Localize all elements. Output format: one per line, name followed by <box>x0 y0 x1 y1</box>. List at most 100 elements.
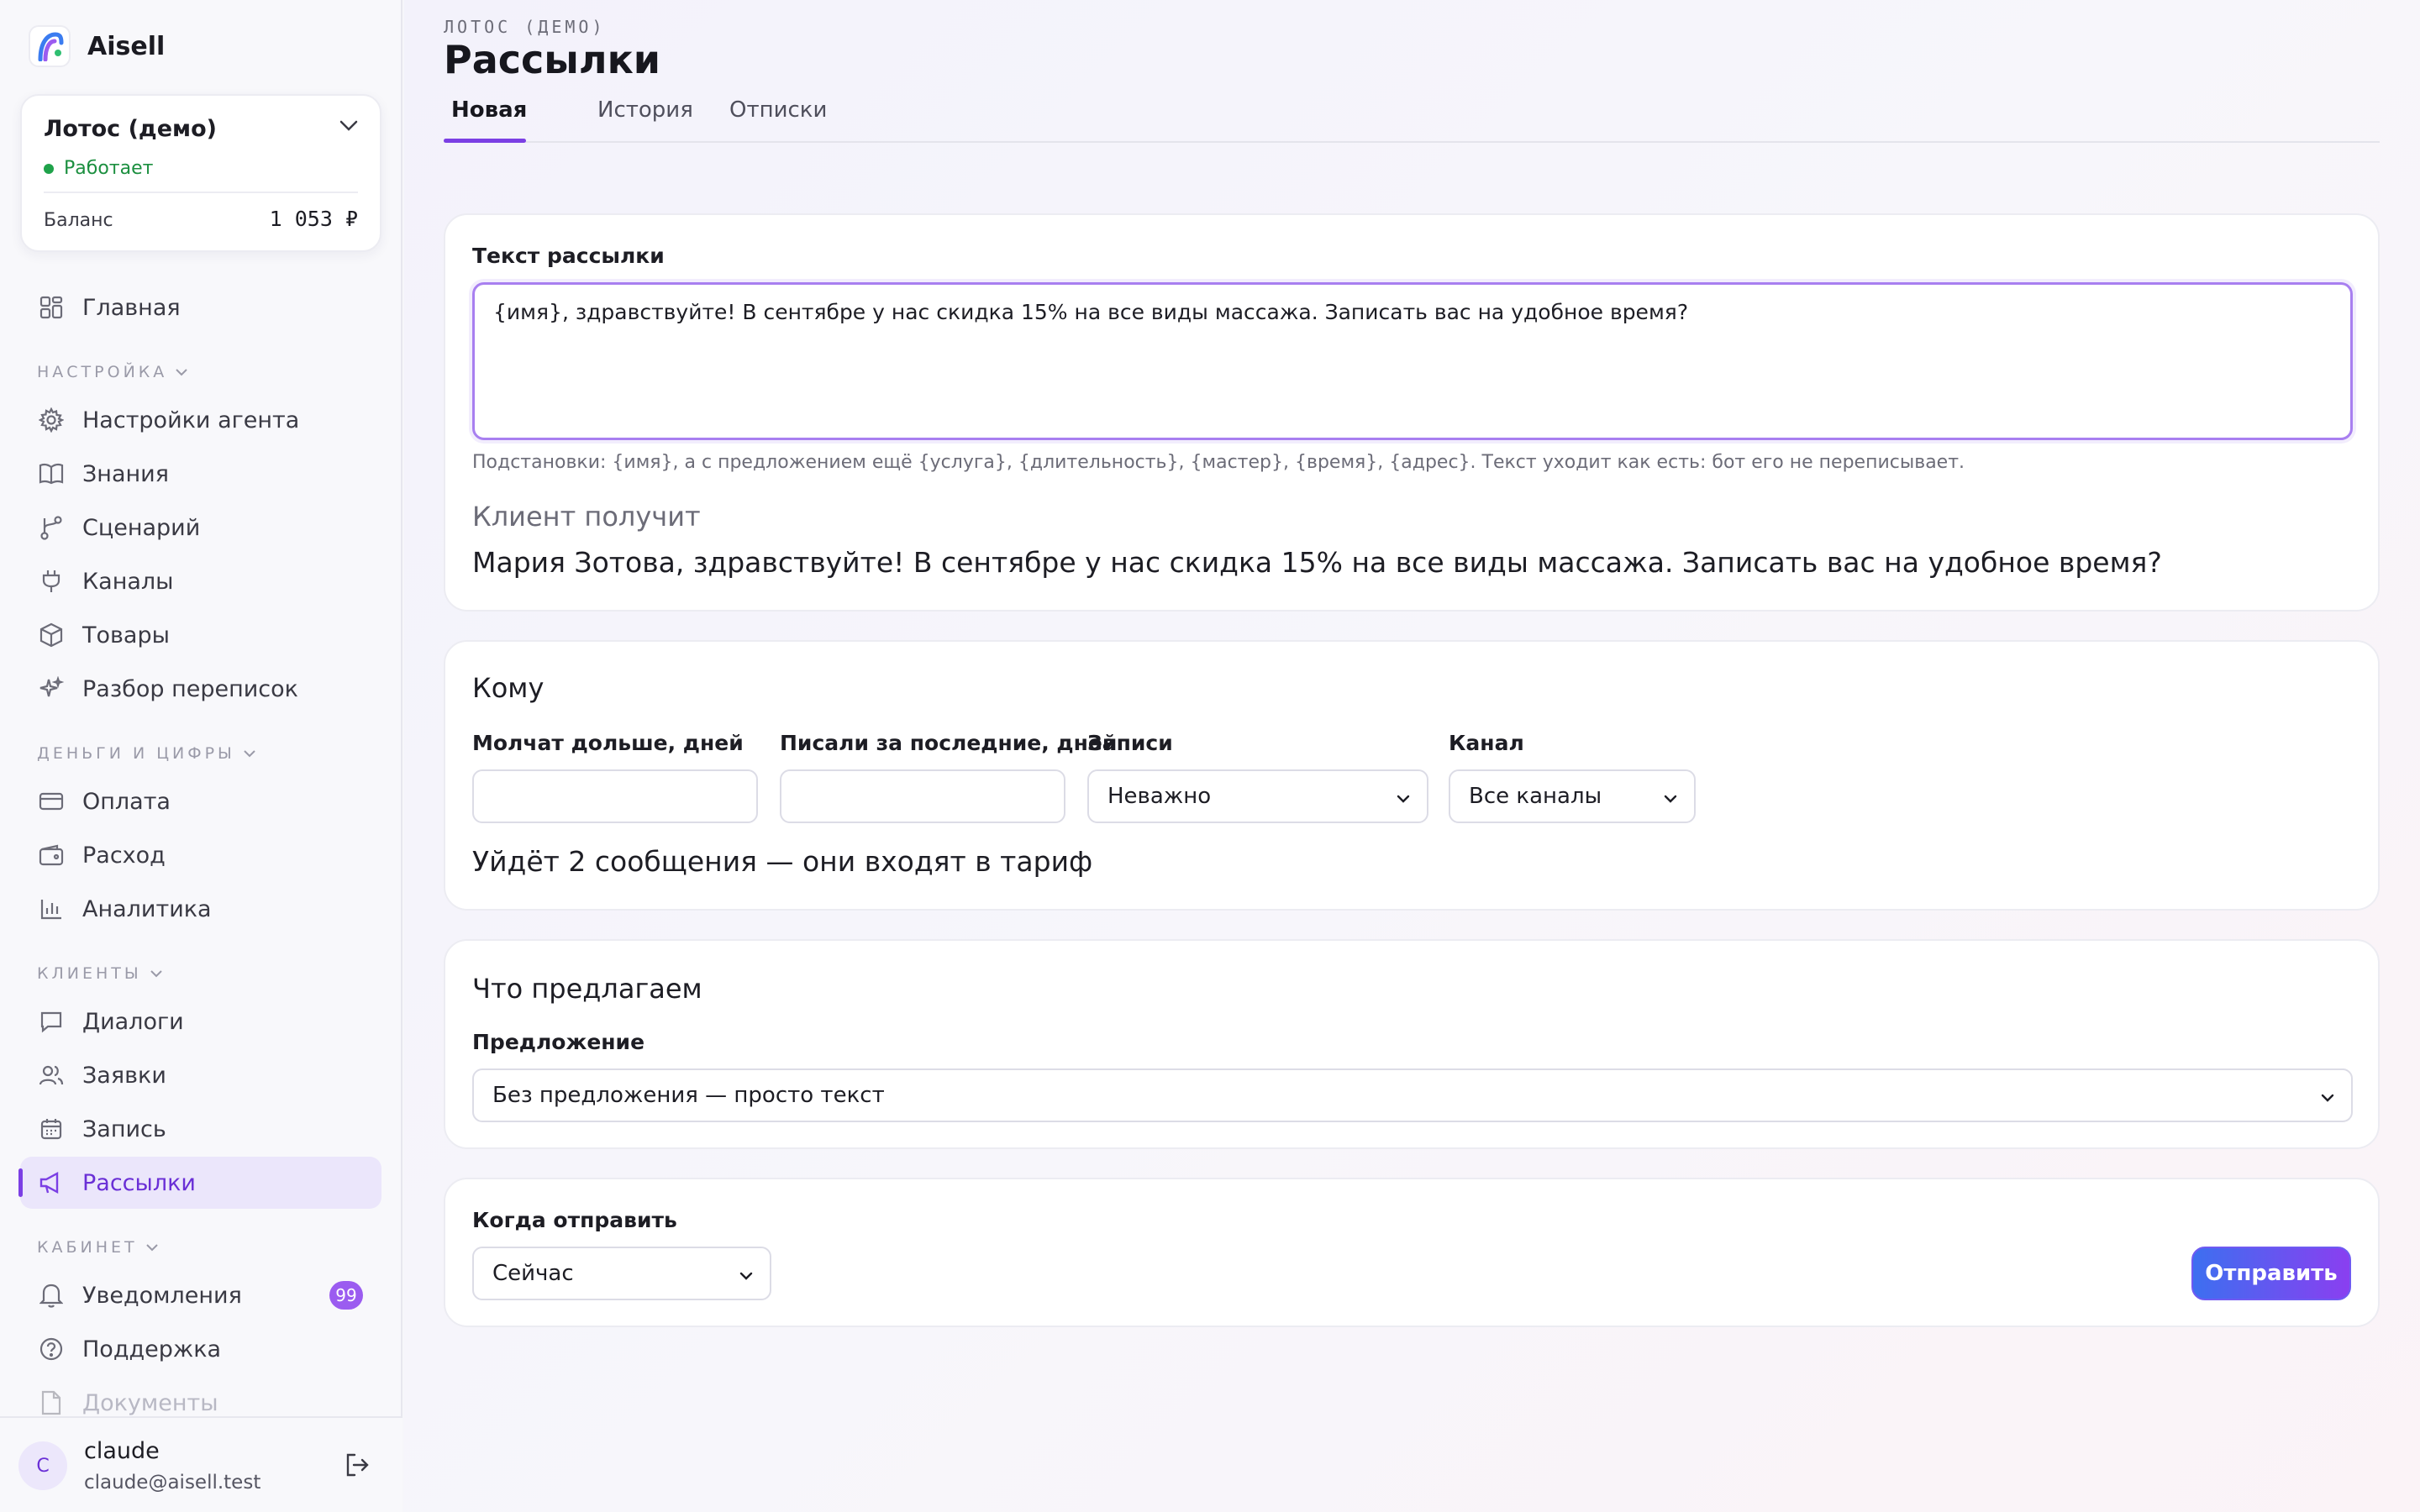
sidebar-item-requests[interactable]: Заявки <box>20 1049 381 1101</box>
document-icon <box>37 1389 66 1417</box>
schedule-select-value: Сейчас <box>492 1261 574 1286</box>
preview-text: Мария Зотова, здравствуйте! В сентябре у… <box>472 546 2162 579</box>
nav-section-clients[interactable]: КЛИЕНТЫ <box>37 964 162 983</box>
chevron-down-icon <box>145 1243 158 1251</box>
sidebar-item-chat-review[interactable]: Разбор переписок <box>20 663 381 715</box>
wrote-days-input[interactable] <box>780 769 1065 823</box>
main-content: ЛОТОС (ДЕМО) Рассылки Новая История Отпи… <box>404 0 2420 1512</box>
preview-label: Клиент получит <box>472 501 701 533</box>
sidebar-item-label: Сценарий <box>82 514 201 541</box>
gear-icon <box>37 406 66 434</box>
org-switcher[interactable]: Лотос (демо) Работает Баланс 1 053 ₽ <box>20 94 381 252</box>
status-dot-icon <box>44 163 54 174</box>
tab-new[interactable]: Новая <box>451 97 527 123</box>
notifications-badge: 99 <box>329 1281 363 1310</box>
tabs: Новая История Отписки <box>444 87 2380 143</box>
balance-value: 1 053 ₽ <box>269 207 358 231</box>
org-status-text: Работает <box>64 158 154 179</box>
bar-chart-icon <box>37 895 66 923</box>
sidebar-item-scenario[interactable]: Сценарий <box>20 501 381 554</box>
sidebar-item-knowledge[interactable]: Знания <box>20 448 381 500</box>
sidebar-item-notifications[interactable]: Уведомления 99 <box>20 1269 381 1321</box>
brand[interactable]: Aisell <box>29 25 165 67</box>
silent-days-label: Молчат дольше, дней <box>472 731 744 755</box>
tab-history[interactable]: История <box>597 97 693 123</box>
send-button[interactable]: Отправить <box>2191 1247 2351 1300</box>
divider <box>44 192 358 193</box>
sidebar-item-label: Товары <box>82 622 170 648</box>
sidebar-item-dialogs[interactable]: Диалоги <box>20 995 381 1047</box>
sidebar-item-label: Аналитика <box>82 895 212 922</box>
help-circle-icon <box>37 1335 66 1363</box>
sidebar-item-payment[interactable]: Оплата <box>20 775 381 827</box>
audience-card: Кому Молчат дольше, дней Писали за после… <box>444 640 2380 911</box>
message-textarea[interactable]: {имя}, здравствуйте! В сентябре у нас ск… <box>472 282 2353 440</box>
sidebar-item-label: Уведомления <box>82 1282 242 1309</box>
chevron-down-icon <box>1662 788 1679 813</box>
chevron-down-icon <box>176 368 187 375</box>
offer-select[interactable]: Без предложения — просто текст <box>472 1068 2353 1122</box>
branch-icon <box>37 513 66 542</box>
balance-label: Баланс <box>44 210 113 231</box>
nav-section-cabinet[interactable]: КАБИНЕТ <box>37 1238 158 1257</box>
sidebar-item-label: Знания <box>82 460 169 487</box>
chevron-down-icon <box>150 969 162 977</box>
sidebar: Aisell Лотос (демо) Работает Баланс 1 05… <box>0 0 402 1512</box>
sparkles-icon <box>37 675 66 703</box>
sidebar-item-agent-settings[interactable]: Настройки агента <box>20 394 381 446</box>
sidebar-item-label: Главная <box>82 294 181 321</box>
nav-section-label: КАБИНЕТ <box>37 1238 138 1257</box>
chevron-down-icon[interactable] <box>339 119 358 135</box>
nav-section-money[interactable]: ДЕНЬГИ И ЦИФРЫ <box>37 744 255 763</box>
book-icon <box>37 459 66 488</box>
offer-card: Что предлагаем Предложение Без предложен… <box>444 939 2380 1149</box>
users-icon <box>37 1061 66 1089</box>
channel-label: Канал <box>1449 731 1524 755</box>
sidebar-item-label: Запись <box>82 1116 166 1142</box>
chevron-down-icon <box>244 749 255 757</box>
sidebar-item-label: Разбор переписок <box>82 675 298 702</box>
org-status: Работает <box>44 158 153 179</box>
sidebar-item-label: Оплата <box>82 788 171 815</box>
bookings-select-value: Неважно <box>1107 784 1212 809</box>
aisell-logo-icon <box>29 25 71 67</box>
nav-section-label: НАСТРОЙКА <box>37 363 168 381</box>
message-label: Текст рассылки <box>472 244 665 268</box>
logout-icon[interactable] <box>344 1452 371 1482</box>
audience-heading: Кому <box>472 672 544 704</box>
sidebar-item-mailings[interactable]: Рассылки <box>18 1157 381 1209</box>
offer-select-value: Без предложения — просто текст <box>492 1083 885 1108</box>
sidebar-item-home[interactable]: Главная <box>20 281 381 333</box>
sidebar-item-analytics[interactable]: Аналитика <box>20 883 381 935</box>
nav-section-settings[interactable]: НАСТРОЙКА <box>37 363 187 381</box>
placeholders-hint: Подстановки: {имя}, а с предложением ещё… <box>472 452 1965 473</box>
schedule-select[interactable]: Сейчас <box>472 1247 771 1300</box>
bookings-select[interactable]: Неважно <box>1087 769 1428 823</box>
silent-days-input[interactable] <box>472 769 758 823</box>
nav-section-label: КЛИЕНТЫ <box>37 964 142 983</box>
calendar-icon <box>37 1115 66 1143</box>
recipients-summary: Уйдёт 2 сообщения — они входят в тариф <box>472 845 1093 878</box>
plug-icon <box>37 567 66 596</box>
tab-unsubscribes[interactable]: Отписки <box>729 97 827 123</box>
page-title: Рассылки <box>444 37 661 82</box>
sidebar-item-channels[interactable]: Каналы <box>20 555 381 607</box>
sidebar-item-label: Поддержка <box>82 1336 222 1362</box>
user-email: claude@aisell.test <box>84 1472 261 1494</box>
sidebar-item-label: Рассылки <box>82 1169 196 1196</box>
user-panel: C claude claude@aisell.test <box>0 1416 402 1512</box>
active-tab-indicator <box>444 139 526 143</box>
sidebar-item-support[interactable]: Поддержка <box>20 1323 381 1375</box>
breadcrumb: ЛОТОС (ДЕМО) <box>444 17 606 37</box>
card-icon <box>37 787 66 816</box>
schedule-card: Когда отправить Сейчас Отправить <box>444 1178 2380 1327</box>
chat-icon <box>37 1007 66 1036</box>
avatar[interactable]: C <box>18 1441 67 1490</box>
sidebar-item-expense[interactable]: Расход <box>20 829 381 881</box>
grid-icon <box>37 293 66 322</box>
sidebar-item-products[interactable]: Товары <box>20 609 381 661</box>
sidebar-item-booking[interactable]: Запись <box>20 1103 381 1155</box>
chevron-down-icon <box>738 1265 755 1290</box>
sidebar-item-label: Заявки <box>82 1062 166 1089</box>
channel-select[interactable]: Все каналы <box>1449 769 1696 823</box>
